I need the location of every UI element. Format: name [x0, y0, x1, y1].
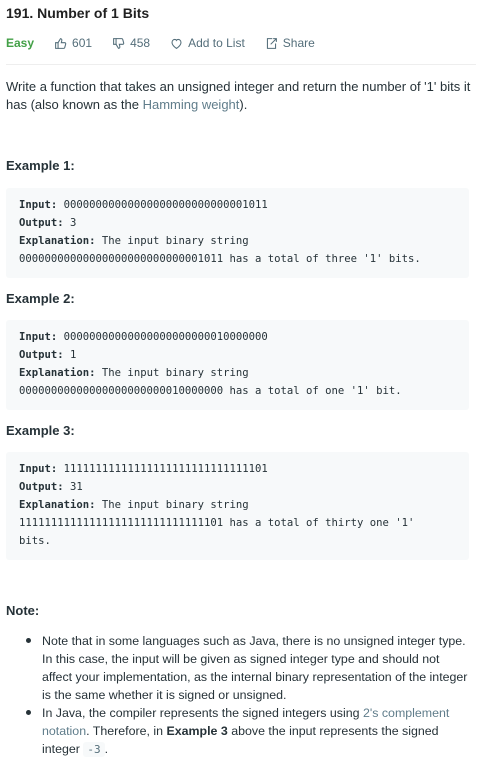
- problem-title: 191. Number of 1 Bits: [6, 5, 150, 21]
- example-3-code-block: Input: 11111111111111111111111111111101 …: [6, 452, 469, 560]
- dislike-button[interactable]: 458: [112, 36, 150, 50]
- dislike-count: 458: [130, 36, 151, 50]
- problem-meta-bar: Easy 601 458 Add to List Share: [6, 36, 335, 50]
- output-value: 1: [63, 349, 77, 361]
- note-title: Note:: [6, 603, 40, 618]
- inline-code: -3: [83, 742, 105, 757]
- explanation-label: Explanation:: [19, 499, 96, 511]
- example-2-code-block: Input: 00000000000000000000000010000000 …: [6, 320, 469, 410]
- share-icon: [266, 37, 277, 49]
- note-item-2: In Java, the compiler represents the sig…: [24, 704, 472, 759]
- explanation-text: 00000000000000000000000000001011 has a t…: [19, 253, 421, 265]
- example-1-title: Example 1:: [6, 158, 75, 173]
- output-label: Output:: [19, 349, 64, 361]
- explanation-text: bits.: [19, 535, 51, 547]
- example-3-reference: Example 3: [166, 724, 228, 738]
- share-button[interactable]: Share: [265, 36, 315, 50]
- note-item-2-text: In Java, the compiler represents the sig…: [42, 706, 363, 720]
- note-list: Note that in some languages such as Java…: [24, 632, 472, 759]
- explanation-text: The input binary string: [95, 235, 249, 247]
- note-item-1-text: Note that in some languages such as Java…: [42, 634, 468, 702]
- add-to-list-label: Add to List: [188, 36, 245, 50]
- input-label: Input:: [19, 463, 58, 475]
- output-label: Output:: [19, 481, 64, 493]
- input-value: 11111111111111111111111111111101: [57, 463, 268, 475]
- input-label: Input:: [19, 331, 58, 343]
- input-label: Input:: [19, 199, 58, 211]
- note-item-2-text: . Therefore, in: [86, 724, 167, 738]
- input-value: 00000000000000000000000000001011: [57, 199, 268, 211]
- note-item-1: Note that in some languages such as Java…: [24, 632, 472, 704]
- thumbs-down-icon: [113, 37, 125, 49]
- example-2-title: Example 2:: [6, 291, 75, 306]
- output-label: Output:: [19, 217, 64, 229]
- add-to-list-button[interactable]: Add to List: [170, 36, 245, 50]
- heart-icon: [171, 38, 182, 49]
- like-count: 601: [72, 36, 93, 50]
- explanation-text: 11111111111111111111111111111101 has a t…: [19, 517, 415, 529]
- explanation-text: The input binary string: [95, 499, 249, 511]
- output-value: 3: [63, 217, 77, 229]
- input-value: 00000000000000000000000010000000: [57, 331, 268, 343]
- hamming-weight-link[interactable]: Hamming weight: [143, 97, 240, 112]
- header-divider: [6, 64, 476, 65]
- example-3-title: Example 3:: [6, 423, 75, 438]
- thumbs-up-icon: [55, 37, 67, 49]
- difficulty-badge: Easy: [6, 36, 35, 50]
- note-item-2-text-end: .: [104, 742, 109, 756]
- like-button[interactable]: 601: [54, 36, 92, 50]
- description-text-end: ).: [239, 97, 248, 112]
- explanation-label: Explanation:: [19, 367, 96, 379]
- problem-description: Write a function that takes an unsigned …: [6, 78, 474, 114]
- example-1-code-block: Input: 00000000000000000000000000001011 …: [6, 188, 469, 278]
- share-label: Share: [282, 36, 315, 50]
- explanation-label: Explanation:: [19, 235, 96, 247]
- output-value: 31: [63, 481, 83, 493]
- problem-page: 191. Number of 1 Bits Easy 601 458 Add t…: [0, 0, 482, 766]
- explanation-text: 00000000000000000000000010000000 has a t…: [19, 385, 402, 397]
- explanation-text: The input binary string: [95, 367, 249, 379]
